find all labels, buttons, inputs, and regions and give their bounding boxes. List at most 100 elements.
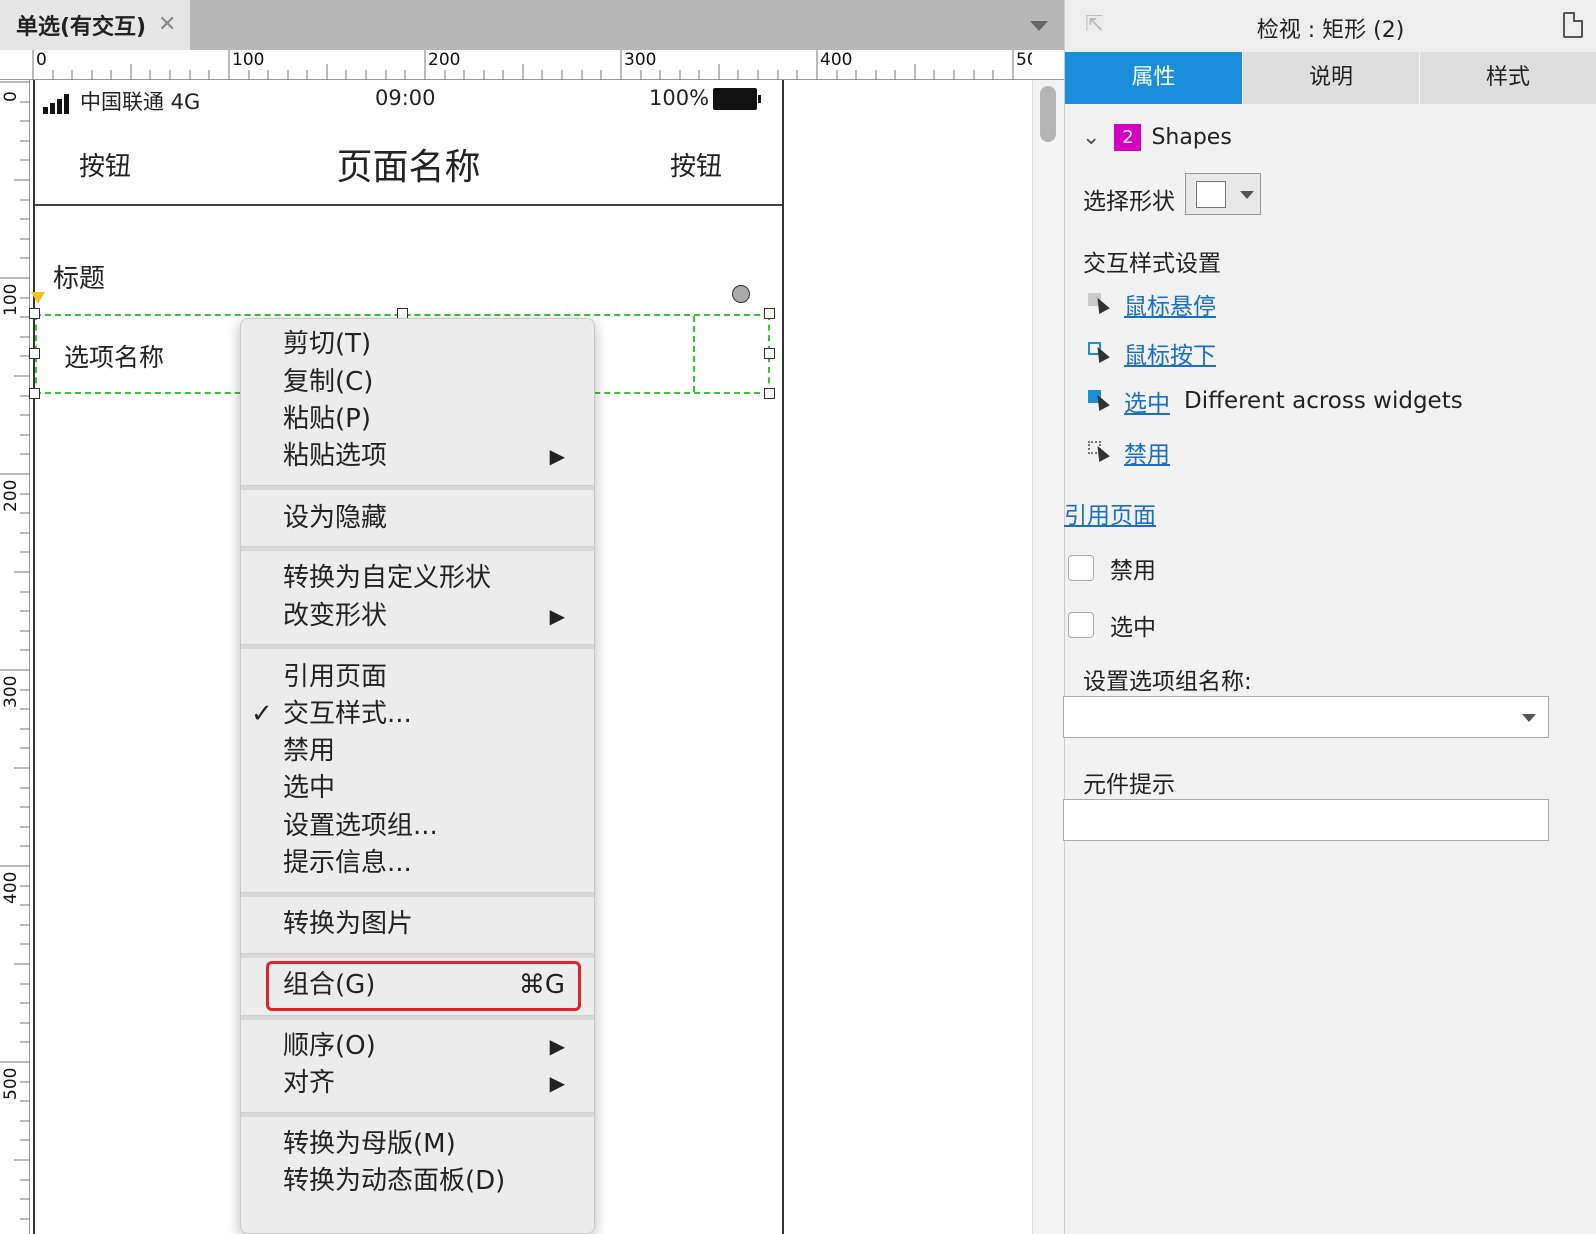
nav-right-button[interactable]: 按钮	[670, 146, 722, 183]
menu-separator	[241, 953, 594, 958]
phone-nav-bar: 按钮 页面名称 按钮	[35, 120, 782, 206]
menu-item-hide[interactable]: 设为隐藏	[283, 499, 573, 537]
disabled-state-icon	[1088, 441, 1110, 463]
menu-item-tooltip[interactable]: 提示信息...	[283, 844, 573, 882]
canvas-vertical-scrollbar[interactable]	[1032, 80, 1064, 1234]
shapes-count-badge: 2	[1114, 124, 1142, 151]
ruler-label: 300	[1, 675, 21, 708]
disabled-checkbox-label: 禁用	[1110, 558, 1156, 584]
menu-item-order[interactable]: 顺序(O) ▶	[283, 1027, 573, 1065]
chevron-down-icon	[1240, 191, 1254, 199]
widget-tooltip-input[interactable]	[1063, 799, 1549, 841]
tab-notes[interactable]: 说明	[1243, 52, 1420, 104]
menu-item-disable[interactable]: 禁用	[283, 732, 573, 770]
mouse-down-link[interactable]: 鼠标按下	[1124, 336, 1216, 370]
selected-link[interactable]: 选中	[1124, 384, 1170, 418]
disabled-checkbox[interactable]	[1068, 555, 1094, 581]
resize-handle[interactable]	[764, 348, 775, 359]
menu-item-convert-master[interactable]: 转换为母版(M)	[283, 1125, 573, 1163]
battery-icon	[713, 88, 761, 110]
selected-checkbox-row[interactable]: 选中	[1068, 608, 1156, 642]
status-bar: 中国联通 4G 09:00 100%	[35, 80, 782, 120]
selection-divider	[693, 316, 695, 392]
anchor-marker-icon	[31, 292, 45, 304]
menu-item-convert-dynamic-panel[interactable]: 转换为动态面板(D)	[283, 1162, 573, 1200]
resize-handle[interactable]	[29, 348, 40, 359]
ruler-label: 0	[36, 50, 47, 70]
shape-picker-dropdown[interactable]	[1185, 173, 1261, 215]
status-time: 09:00	[375, 86, 436, 110]
menu-separator	[241, 546, 594, 551]
section-title: 标题	[53, 264, 106, 294]
ruler-label: 100	[1, 283, 21, 316]
tab-properties[interactable]: 属性	[1065, 52, 1243, 104]
menu-item-align[interactable]: 对齐 ▶	[283, 1064, 573, 1102]
document-tab[interactable]: 单选(有交互) ✕	[0, 0, 190, 50]
selected-checkbox[interactable]	[1068, 612, 1094, 638]
interaction-mouse-hover[interactable]: 鼠标悬停	[1088, 287, 1216, 321]
tab-style[interactable]: 样式	[1420, 52, 1596, 104]
menu-item-interaction-style[interactable]: ✓ 交互样式...	[251, 695, 573, 733]
vertical-ruler: 0 100 200 300 400 500	[0, 80, 30, 1234]
chevron-down-icon	[1522, 714, 1536, 722]
shapes-group-header[interactable]: ⌄ 2 Shapes	[1082, 124, 1232, 151]
menu-item-paste[interactable]: 粘贴(P)	[283, 400, 573, 438]
mouse-hover-link[interactable]: 鼠标悬停	[1124, 287, 1216, 321]
ruler-label: 300	[624, 50, 657, 70]
menu-item-label: 粘贴选项	[283, 441, 388, 471]
selected-note: Different across widgets	[1184, 388, 1463, 414]
option-group-name-label: 设置选项组名称:	[1083, 669, 1252, 695]
disabled-link[interactable]: 禁用	[1124, 435, 1170, 469]
interaction-selected[interactable]: 选中 Different across widgets	[1088, 384, 1463, 418]
highlight-box	[266, 961, 581, 1011]
menu-item-change-shape[interactable]: 改变形状 ▶	[283, 597, 573, 635]
menu-item-label: 顺序(O)	[283, 1031, 376, 1061]
ruler-label: 400	[820, 50, 853, 70]
ruler-ticks	[32, 50, 1014, 80]
option-group-name-select[interactable]	[1063, 696, 1549, 738]
menu-item-label: 交互样式...	[283, 699, 412, 729]
chevron-down-icon[interactable]: ⌄	[1082, 125, 1100, 150]
resize-handle[interactable]	[764, 388, 775, 399]
checkmark-icon: ✓	[251, 699, 273, 729]
menu-item-label: 对齐	[283, 1068, 336, 1098]
menu-separator	[241, 892, 594, 897]
shapes-label: Shapes	[1151, 125, 1232, 150]
menu-separator	[241, 1015, 594, 1020]
resize-handle[interactable]	[764, 308, 775, 319]
inspector-tabs: 属性 说明 样式	[1065, 52, 1596, 104]
menu-item-selected[interactable]: 选中	[283, 769, 573, 807]
selected-state-icon	[1088, 390, 1110, 412]
select-shape-label: 选择形状	[1083, 189, 1175, 215]
reference-page-link[interactable]: 引用页面	[1064, 496, 1156, 530]
interaction-disabled[interactable]: 禁用	[1088, 435, 1170, 469]
menu-item-cut[interactable]: 剪切(T)	[283, 325, 573, 363]
menu-item-paste-options[interactable]: 粘贴选项 ▶	[283, 437, 573, 475]
interaction-mouse-down[interactable]: 鼠标按下	[1088, 336, 1216, 370]
selected-checkbox-label: 选中	[1110, 615, 1156, 641]
tab-close-icon[interactable]: ✕	[158, 12, 176, 37]
rotation-handle[interactable]	[732, 285, 750, 303]
ruler-label: 200	[1, 479, 21, 512]
document-icon[interactable]	[1563, 12, 1583, 38]
resize-handle[interactable]	[29, 308, 40, 319]
menu-item-reference-page[interactable]: 引用页面	[283, 658, 573, 696]
ruler-label: 100	[232, 50, 265, 70]
ruler-label: 400	[1, 871, 21, 904]
tab-list-dropdown-icon[interactable]	[1030, 21, 1048, 31]
interaction-style-header: 交互样式设置	[1083, 251, 1221, 277]
mouse-down-icon	[1088, 342, 1110, 364]
submenu-arrow-icon: ▶	[549, 1034, 565, 1058]
disabled-checkbox-row[interactable]: 禁用	[1068, 551, 1156, 585]
menu-item-copy[interactable]: 复制(C)	[283, 363, 573, 401]
resize-handle[interactable]	[29, 388, 40, 399]
document-tab-title: 单选(有交互)	[16, 15, 147, 40]
menu-item-convert-image[interactable]: 转换为图片	[283, 905, 573, 943]
battery-percent: 100%	[649, 86, 710, 110]
menu-item-set-option-group[interactable]: 设置选项组...	[283, 807, 573, 845]
menu-item-convert-custom-shape[interactable]: 转换为自定义形状	[283, 559, 573, 597]
ruler-label: 200	[428, 50, 461, 70]
scrollbar-thumb[interactable]	[1040, 86, 1056, 142]
widget-tooltip-label: 元件提示	[1083, 772, 1175, 798]
ruler-ticks	[0, 81, 30, 1220]
